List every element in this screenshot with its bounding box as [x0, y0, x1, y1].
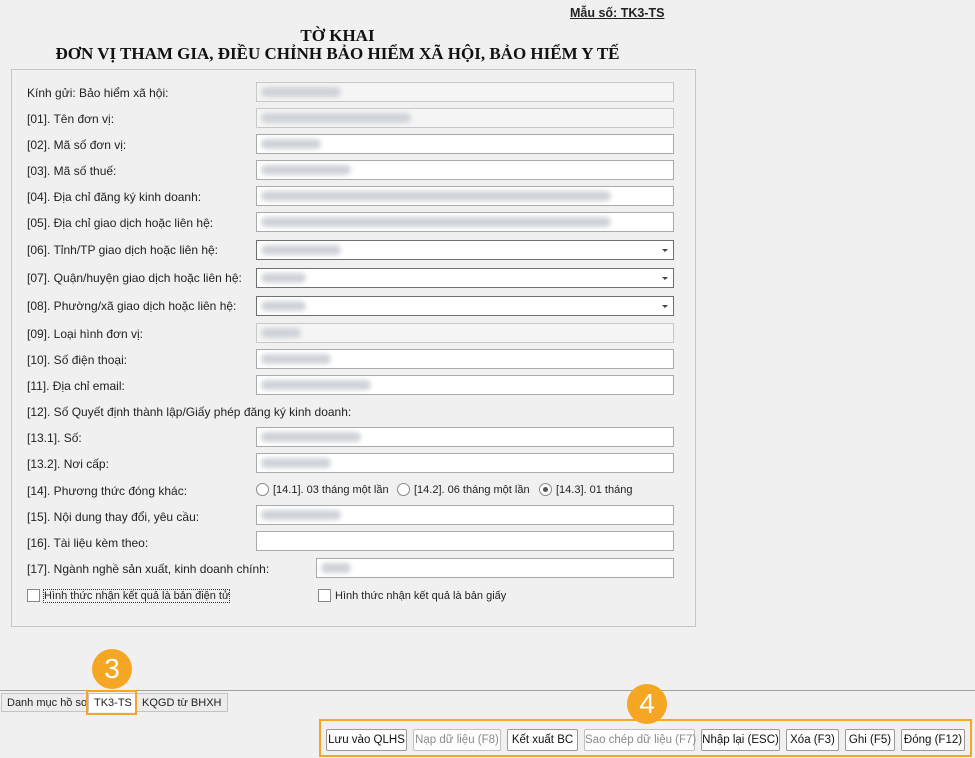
- label-quyet-dinh: [12]. Số Quyết định thành lập/Giấy phép …: [27, 405, 352, 419]
- form-code: Mẫu số: TK3-TS: [570, 6, 665, 20]
- label-quan-huyen: [07]. Quận/huyện giao dịch hoặc liên hệ:: [27, 271, 242, 285]
- field-noi-dung[interactable]: [256, 505, 674, 525]
- label-nganh-nghe: [17]. Ngành nghề sản xuất, kinh doanh ch…: [27, 562, 270, 576]
- radio-circle-selected: [539, 483, 552, 496]
- label-noi-dung: [15]. Nội dung thay đổi, yêu cầu:: [27, 510, 200, 524]
- load-data-button[interactable]: Nạp dữ liệu (F8): [413, 729, 501, 751]
- reset-button[interactable]: Nhập lại (ESC): [701, 729, 780, 751]
- field-ma-so-thue[interactable]: [256, 160, 674, 180]
- chevron-down-icon: [662, 277, 668, 280]
- export-report-button[interactable]: Kết xuất BC: [507, 729, 578, 751]
- field-ma-so-don-vi[interactable]: [256, 134, 674, 154]
- checkbox-ban-dien-tu[interactable]: Hình thức nhận kết quả là bản điện tử: [27, 588, 231, 603]
- radio-label: [14.1]. 03 tháng một lần: [273, 483, 389, 496]
- radio-label: [14.3]. 01 tháng: [556, 483, 633, 496]
- checkbox-label: Hình thức nhận kết quả là bản giấy: [335, 589, 507, 602]
- checkbox-ban-giay[interactable]: Hình thức nhận kết quả là bản giấy: [318, 589, 506, 602]
- tab-divider: [0, 690, 975, 691]
- radio-label: [14.2]. 06 tháng một lần: [414, 483, 530, 496]
- close-button[interactable]: Đóng (F12): [901, 729, 965, 751]
- tab-kqgd-tu-bhxh[interactable]: KQGD từ BHXH: [136, 693, 228, 712]
- select-tinh-tp[interactable]: [256, 240, 674, 260]
- label-noi-cap: [13.2]. Nơi cấp:: [27, 457, 109, 471]
- select-quan-huyen[interactable]: [256, 268, 674, 288]
- checkbox-box: [27, 589, 40, 602]
- label-so: [13.1]. Số:: [27, 431, 82, 445]
- step-badge-4: 4: [627, 684, 667, 724]
- label-dia-chi-dkkd: [04]. Địa chỉ đăng ký kinh doanh:: [27, 190, 202, 204]
- field-loai-hinh: [256, 323, 674, 343]
- tab-danh-muc-ho-so[interactable]: Danh mục hồ sơ: [1, 693, 95, 712]
- save-button[interactable]: Ghi (F5): [845, 729, 895, 751]
- checkbox-box: [318, 589, 331, 602]
- tab-highlight: [86, 690, 137, 715]
- field-so[interactable]: [256, 427, 674, 447]
- field-dia-chi-dkkd[interactable]: [256, 186, 674, 206]
- field-bhxh: [256, 82, 674, 102]
- checkbox-label: Hình thức nhận kết quả là bản điện tử: [42, 588, 231, 603]
- label-tinh-tp: [06]. Tỉnh/TP giao dịch hoặc liên hệ:: [27, 243, 219, 257]
- field-so-dien-thoai[interactable]: [256, 349, 674, 369]
- label-email: [11]. Địa chỉ email:: [27, 379, 125, 393]
- field-email[interactable]: [256, 375, 674, 395]
- form-subtitle: ĐƠN VỊ THAM GIA, ĐIỀU CHỈNH BẢO HIỂM XÃ …: [55, 44, 620, 63]
- label-ma-so-don-vi: [02]. Mã số đơn vị:: [27, 138, 127, 152]
- label-loai-hinh: [09]. Loại hình đơn vị:: [27, 327, 143, 341]
- chevron-down-icon: [662, 249, 668, 252]
- field-noi-cap[interactable]: [256, 453, 674, 473]
- radio-circle: [256, 483, 269, 496]
- label-dia-chi-gd: [05]. Địa chỉ giao dịch hoặc liên hệ:: [27, 216, 214, 230]
- copy-data-button[interactable]: Sao chép dữ liệu (F7): [584, 729, 696, 751]
- label-phuong-xa: [08]. Phường/xã giao dịch hoặc liên hệ:: [27, 299, 237, 313]
- field-dia-chi-gd[interactable]: [256, 212, 674, 232]
- label-so-dien-thoai: [10]. Số điện thoại:: [27, 353, 128, 367]
- label-tai-lieu: [16]. Tài liệu kèm theo:: [27, 536, 149, 550]
- form-title: TỜ KHAI: [300, 26, 375, 45]
- label-ten-don-vi: [01]. Tên đơn vị:: [27, 112, 115, 126]
- save-to-qlhs-button[interactable]: Lưu vào QLHS: [326, 729, 407, 751]
- field-ten-don-vi: [256, 108, 674, 128]
- field-nganh-nghe[interactable]: [316, 558, 674, 578]
- radio-01-thang[interactable]: [14.3]. 01 tháng: [539, 483, 632, 496]
- radio-03-thang[interactable]: [14.1]. 03 tháng một lần: [256, 483, 389, 496]
- select-phuong-xa[interactable]: [256, 296, 674, 316]
- radio-06-thang[interactable]: [14.2]. 06 tháng một lần: [397, 483, 530, 496]
- radio-circle: [397, 483, 410, 496]
- label-kinh-gui: Kính gửi: Bảo hiểm xã hội:: [27, 86, 169, 100]
- delete-button[interactable]: Xóa (F3): [786, 729, 839, 751]
- step-badge-3: 3: [92, 649, 132, 689]
- field-tai-lieu[interactable]: [256, 531, 674, 551]
- label-ma-so-thue: [03]. Mã số thuế:: [27, 164, 117, 178]
- label-phuong-thuc: [14]. Phương thức đóng khác:: [27, 484, 188, 498]
- chevron-down-icon: [662, 305, 668, 308]
